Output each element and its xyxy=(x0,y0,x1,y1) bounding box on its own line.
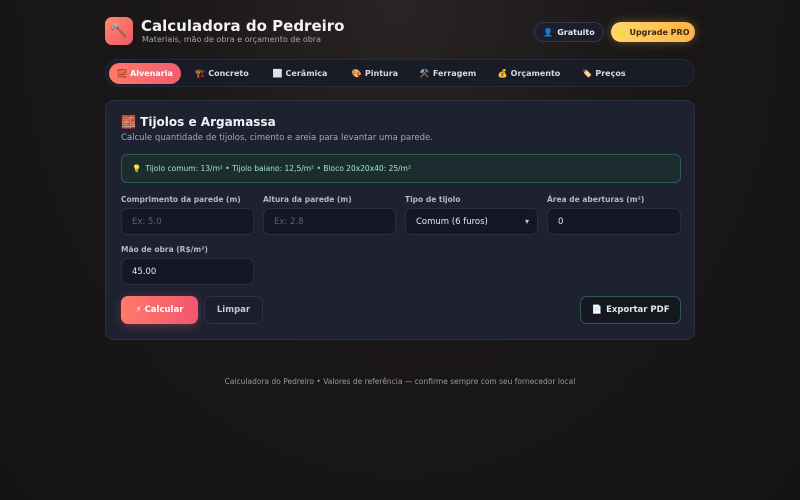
info-banner: 💡 Tijolo comum: 13/m² • Tijolo baiano: 1… xyxy=(121,154,681,183)
brick-type-value: Comum (6 furos) xyxy=(416,216,488,227)
star-icon: ⭐ xyxy=(616,27,627,37)
app-title: Calculadora do Pedreiro xyxy=(141,17,345,35)
lightbulb-icon: 💡 xyxy=(132,164,142,173)
length-input[interactable] xyxy=(121,208,254,235)
height-input[interactable] xyxy=(263,208,396,235)
clear-button[interactable]: Limpar xyxy=(204,296,263,324)
openings-label: Área de aberturas (m²) xyxy=(547,195,645,204)
tab-label: Preços xyxy=(595,69,626,78)
brick-type-label: Tipo de tijolo xyxy=(405,195,461,204)
construction-icon: 🏗️ xyxy=(195,69,206,78)
tab-label: Alvenaria xyxy=(130,69,173,78)
export-pdf-button[interactable]: 📄 Exportar PDF xyxy=(580,296,681,324)
tab-alvenaria[interactable]: 🧱 Alvenaria xyxy=(109,63,181,84)
footer-text: Calculadora do Pedreiro • Valores de ref… xyxy=(224,377,576,386)
hammer-pick-icon: ⚒️ xyxy=(419,69,430,78)
chevron-down-icon: ▾ xyxy=(524,217,529,226)
tile-icon: ⬜ xyxy=(272,69,283,78)
card-title-text: Tijolos e Argamassa xyxy=(140,115,276,129)
card-subtitle: Calcule quantidade de tijolos, cimento e… xyxy=(121,133,433,143)
calculate-button[interactable]: ⚡ Calcular xyxy=(121,296,198,324)
tab-ceramica[interactable]: ⬜ Cerâmica xyxy=(266,63,334,84)
tab-precos[interactable]: 🏷️ Preços xyxy=(576,63,632,84)
price-tag-icon: 🏷️ xyxy=(582,69,593,78)
tab-label: Pintura xyxy=(364,69,399,78)
tab-pintura[interactable]: 🎨 Pintura xyxy=(344,63,406,84)
info-text: Tijolo comum: 13/m² • Tijolo baiano: 12,… xyxy=(145,164,411,173)
card-title: 🧱 Tijolos e Argamassa xyxy=(121,115,276,129)
export-pdf-label: Exportar PDF xyxy=(606,305,670,315)
tab-label: Ferragem xyxy=(432,69,477,78)
lightning-icon: ⚡ xyxy=(135,305,142,315)
tab-label: Cerâmica xyxy=(285,69,328,78)
brick-icon: 🧱 xyxy=(121,115,136,129)
free-plan-label: Gratuito xyxy=(557,27,595,37)
brick-type-select[interactable]: Comum (6 furos) ▾ xyxy=(405,208,538,235)
app-subtitle: Materiais, mão de obra e orçamento de ob… xyxy=(142,35,321,44)
user-icon: 👤 xyxy=(543,27,554,37)
money-bag-icon: 💰 xyxy=(497,69,508,78)
calculator-card: 🧱 Tijolos e Argamassa Calcule quantidade… xyxy=(105,100,695,340)
openings-input[interactable] xyxy=(547,208,681,235)
free-plan-button[interactable]: 👤 Gratuito xyxy=(534,22,604,42)
calculate-label: Calcular xyxy=(144,305,184,315)
tab-label: Orçamento xyxy=(510,69,561,78)
height-label: Altura da parede (m) xyxy=(263,195,352,204)
palette-icon: 🎨 xyxy=(351,69,362,78)
brick-icon: 🧱 xyxy=(117,69,128,78)
tab-ferragem[interactable]: ⚒️ Ferragem xyxy=(414,63,482,84)
document-icon: 📄 xyxy=(591,305,603,315)
upgrade-pro-button[interactable]: ⭐ Upgrade PRO xyxy=(611,22,695,42)
labor-input[interactable] xyxy=(121,258,254,285)
labor-label: Mão de obra (R$/m²) xyxy=(121,245,208,254)
tab-label: Concreto xyxy=(208,69,249,78)
tab-orcamento[interactable]: 💰 Orçamento xyxy=(491,63,567,84)
hammer-icon: 🔨 xyxy=(105,17,133,45)
upgrade-pro-label: Upgrade PRO xyxy=(629,27,690,37)
app-header: 🔨 Calculadora do Pedreiro Materiais, mão… xyxy=(105,17,695,47)
length-label: Comprimento da parede (m) xyxy=(121,195,241,204)
tab-concreto[interactable]: 🏗️ Concreto xyxy=(187,63,257,84)
tab-bar: 🧱 Alvenaria 🏗️ Concreto ⬜ Cerâmica 🎨 Pin… xyxy=(105,59,695,87)
